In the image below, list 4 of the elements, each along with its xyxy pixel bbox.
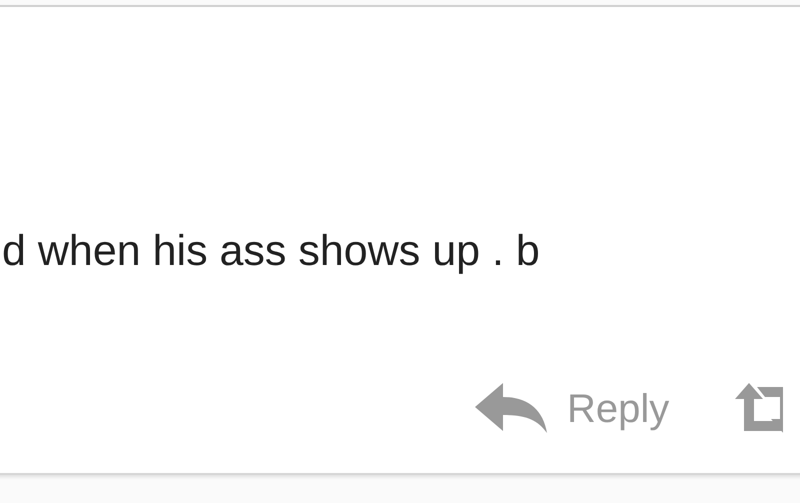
- reply-icon: [475, 383, 547, 435]
- retweet-icon[interactable]: [735, 383, 784, 435]
- reply-button[interactable]: Reply: [475, 383, 670, 435]
- tweet-text: d when his ass shows up . b: [2, 226, 541, 277]
